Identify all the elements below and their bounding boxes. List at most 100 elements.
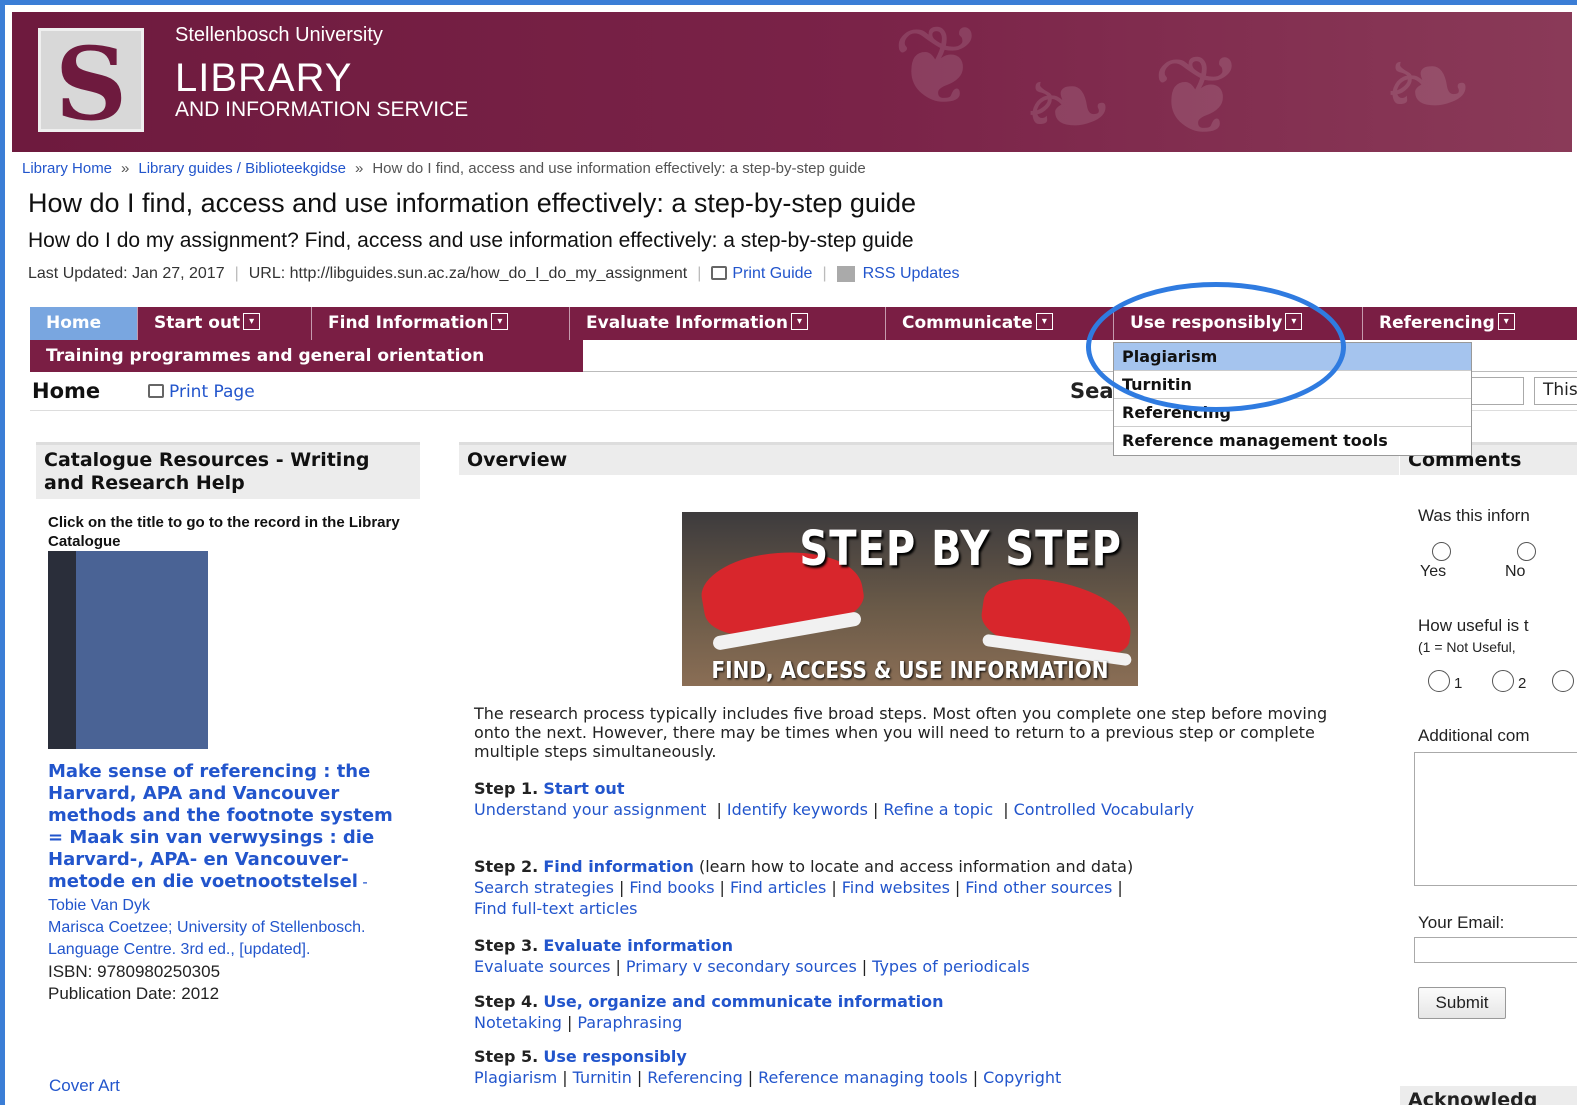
book-details: Marisca Coetzee; University of Stellenbo… — [48, 919, 366, 958]
tab-referencing[interactable]: Referencing ▾ — [1363, 307, 1577, 340]
tab-home[interactable]: Home — [30, 307, 138, 340]
cover-art-link[interactable]: Cover Art — [49, 1076, 120, 1096]
catalogue-resources-box: Catalogue Resources - Writing and Resear… — [36, 442, 420, 1005]
last-updated: Last Updated: Jan 27, 2017 — [28, 265, 225, 282]
library-name: LIBRARY — [175, 56, 353, 100]
link-copyright[interactable]: Copyright — [983, 1068, 1061, 1087]
link-referencing[interactable]: Referencing — [647, 1068, 742, 1087]
step-1-link[interactable]: Start out — [543, 779, 624, 798]
link-plagiarism[interactable]: Plagiarism — [474, 1068, 557, 1087]
radio-yes-label: Yes — [1420, 563, 1447, 580]
radio-no-label: No — [1505, 563, 1526, 580]
catalogue-intro: Click on the title to go to the record i… — [48, 514, 400, 550]
chevron-down-icon[interactable]: ▾ — [243, 312, 261, 330]
rss-icon — [836, 265, 855, 282]
chevron-down-icon[interactable]: ▾ — [491, 312, 509, 330]
tab-start-out[interactable]: Start out ▾ — [138, 307, 312, 340]
step-1: Step 1. Start out Understand your assign… — [474, 779, 1195, 819]
link-find-articles[interactable]: Find articles — [730, 878, 826, 897]
book-cover-image[interactable] — [48, 551, 208, 749]
highlight-annotation-circle — [1086, 282, 1346, 412]
chevron-down-icon[interactable]: ▾ — [1035, 312, 1053, 330]
link-primary-secondary[interactable]: Primary v secondary sources — [626, 957, 857, 976]
link-evaluate-sources[interactable]: Evaluate sources — [474, 957, 610, 976]
step-3: Step 3. Evaluate information Evaluate so… — [474, 936, 1030, 976]
search-scope-select[interactable]: This — [1534, 377, 1577, 405]
page-title: How do I find, access and use informatio… — [28, 188, 916, 218]
usefulness-scale: (1 = Not Useful, — [1418, 639, 1516, 655]
catalogue-resources-heading: Catalogue Resources - Writing and Resear… — [36, 442, 420, 499]
link-understand-assignment[interactable]: Understand your assignment — [474, 800, 706, 819]
step-by-step-banner-image: STEP BY STEP FIND, ACCESS & USE INFORMAT… — [682, 512, 1138, 686]
radio-yes[interactable] — [1432, 542, 1451, 561]
breadcrumb: Library Home» Library guides / Biblioteek… — [22, 160, 866, 177]
tab-communicate[interactable]: Communicate ▾ — [886, 307, 1114, 340]
menu-item-reference-management-tools[interactable]: Reference management tools — [1114, 427, 1471, 455]
step-2-link[interactable]: Find information — [543, 857, 694, 876]
leaf-decoration: ❧ — [1022, 42, 1115, 152]
link-find-books[interactable]: Find books — [629, 878, 714, 897]
current-page-label: Home — [32, 379, 101, 403]
link-turnitin[interactable]: Turnitin — [573, 1068, 632, 1087]
question-informative: Was this inforn — [1418, 506, 1530, 525]
email-field[interactable] — [1414, 937, 1577, 963]
tab-training-programmes[interactable]: Training programmes and general orientat… — [30, 340, 583, 372]
radio-no[interactable] — [1517, 542, 1536, 561]
acknowledgement-heading: Acknowledg — [1400, 1086, 1577, 1105]
print-page-link[interactable]: Print Page — [148, 382, 255, 402]
step-5-link[interactable]: Use responsibly — [543, 1047, 686, 1066]
link-search-strategies[interactable]: Search strategies — [474, 878, 614, 897]
step-5: Step 5. Use responsibly Plagiarism | Turni… — [474, 1047, 1062, 1087]
link-controlled-vocabulary[interactable]: Controlled Vocabularly — [1014, 800, 1195, 819]
step-4-link[interactable]: Use, organize and communicate informatio… — [543, 992, 943, 1011]
additional-comments-label: Additional com — [1418, 726, 1530, 745]
book-title-link[interactable]: Make sense of referencing : the Harvard,… — [48, 761, 393, 892]
step-3-link[interactable]: Evaluate information — [543, 936, 733, 955]
link-find-other-sources[interactable]: Find other sources — [965, 878, 1112, 897]
link-paraphrasing[interactable]: Paraphrasing — [577, 1013, 682, 1032]
university-name: Stellenbosch University — [175, 24, 383, 46]
leaf-decoration: ❦ — [892, 12, 985, 130]
link-identify-keywords[interactable]: Identify keywords — [727, 800, 868, 819]
rating-radio-3[interactable] — [1552, 670, 1574, 692]
question-usefulness: How useful is t — [1418, 616, 1529, 635]
banner-subtitle: FIND, ACCESS & USE INFORMATION — [711, 656, 1109, 684]
printer-icon — [148, 384, 164, 398]
rating-label-1: 1 — [1454, 675, 1463, 692]
chevron-down-icon[interactable]: ▾ — [790, 312, 808, 330]
link-types-periodicals[interactable]: Types of periodicals — [872, 957, 1029, 976]
logo-s-icon: S — [55, 25, 128, 143]
link-reference-managing-tools[interactable]: Reference managing tools — [758, 1068, 968, 1087]
tab-evaluate-information[interactable]: Evaluate Information ▾ — [570, 307, 886, 340]
page-subtitle: How do I do my assignment? Find, access … — [28, 229, 914, 252]
breadcrumb-library-guides[interactable]: Library guides / Biblioteekgidse — [138, 160, 346, 177]
printer-icon — [711, 265, 728, 280]
book-isbn: ISBN: 9780980250305 — [48, 962, 221, 981]
site-header: ❦ ❧ ❦ ❧ S Stellenbosch University LIBRAR… — [12, 12, 1572, 152]
rating-radio-1[interactable] — [1428, 670, 1450, 692]
breadcrumb-library-home[interactable]: Library Home — [22, 160, 112, 177]
book-publication-date: Publication Date: 2012 — [48, 984, 220, 1003]
chevron-down-icon[interactable]: ▾ — [1497, 312, 1515, 330]
guide-url: URL: http://libguides.sun.ac.za/how_do_I… — [248, 265, 688, 282]
link-notetaking[interactable]: Notetaking — [474, 1013, 562, 1032]
guide-meta: Last Updated: Jan 27, 2017 | URL: http://l… — [28, 265, 960, 282]
university-logo[interactable]: S — [38, 25, 144, 143]
step-2: Step 2. Find information (learn how to l… — [474, 857, 1134, 918]
banner-title: STEP BY STEP — [799, 522, 1122, 578]
link-refine-topic[interactable]: Refine a topic — [883, 800, 993, 819]
leaf-decoration: ❦ — [1152, 32, 1245, 152]
submit-button[interactable]: Submit — [1418, 987, 1506, 1019]
tab-find-information[interactable]: Find Information ▾ — [312, 307, 570, 340]
rating-label-2: 2 — [1518, 675, 1527, 692]
rating-radio-2[interactable] — [1492, 670, 1514, 692]
guide-tabs: Home Start out ▾ Find Information ▾ Evalua… — [30, 307, 1577, 340]
comments-textarea[interactable] — [1414, 752, 1577, 886]
rss-updates-link[interactable]: RSS Updates — [836, 265, 960, 282]
overview-text: The research process typically includes … — [474, 704, 1328, 761]
leaf-decoration: ❧ — [1382, 22, 1475, 150]
link-find-full-text-articles[interactable]: Find full-text articles — [474, 899, 638, 918]
print-guide-link[interactable]: Print Guide — [711, 265, 812, 282]
service-name: AND INFORMATION SERVICE — [175, 98, 469, 121]
link-find-websites[interactable]: Find websites — [842, 878, 950, 897]
